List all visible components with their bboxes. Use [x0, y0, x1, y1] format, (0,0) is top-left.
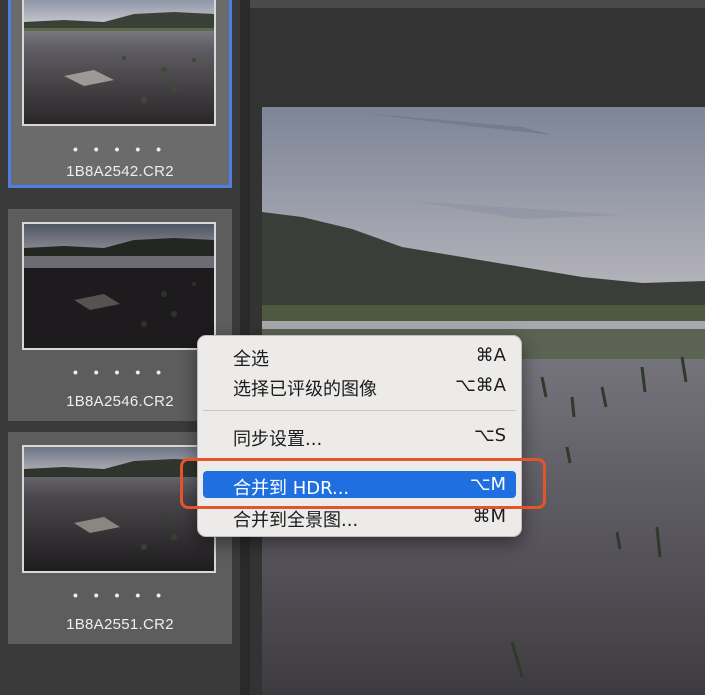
menu-item-label: 同步设置... — [233, 429, 323, 450]
menu-item-label: 全选 — [233, 349, 269, 370]
menu-item-label: 选择已评级的图像 — [233, 379, 377, 400]
menu-item-shortcut: ⌥⌘A — [454, 375, 506, 396]
menu-item-shortcut: ⌥S — [473, 425, 506, 446]
menu-separator — [203, 410, 516, 411]
rating-dots: • • • • • — [72, 587, 168, 603]
preview-topbar — [250, 0, 705, 8]
menu-item-sync-settings[interactable]: 同步设置... ⌥S — [203, 422, 516, 450]
thumbnail-image-3[interactable] — [22, 445, 216, 573]
menu-item-merge-panorama[interactable]: 合并到全景图... ⌘M — [203, 503, 516, 531]
menu-item-shortcut: ⌥M — [469, 474, 506, 495]
thumbnail-image-2[interactable] — [22, 222, 216, 350]
menu-item-shortcut: ⌘A — [475, 345, 506, 366]
menu-item-shortcut: ⌘M — [472, 506, 506, 527]
rating-dots: • • • • • — [72, 141, 168, 157]
thumbnail-cell-1[interactable]: • • • • • 1B8A2542.CR2 — [8, 0, 232, 188]
menu-item-label: 合并到 HDR... — [233, 478, 350, 499]
filmstrip-bottom — [0, 645, 240, 695]
menu-item-merge-hdr[interactable]: 合并到 HDR... ⌥M — [203, 471, 516, 499]
menu-item-label: 合并到全景图... — [233, 510, 359, 531]
thumbnail-filename: 1B8A2551.CR2 — [66, 616, 174, 633]
context-menu: 全选 ⌘A 选择已评级的图像 ⌥⌘A 同步设置... ⌥S 合并到 HDR...… — [197, 335, 522, 537]
thumbnail-filename: 1B8A2542.CR2 — [66, 163, 174, 180]
menu-item-select-all[interactable]: 全选 ⌘A — [203, 342, 516, 370]
thumbnail-image-1[interactable] — [22, 0, 216, 126]
menu-separator — [203, 460, 516, 461]
menu-item-select-rated[interactable]: 选择已评级的图像 ⌥⌘A — [203, 372, 516, 400]
